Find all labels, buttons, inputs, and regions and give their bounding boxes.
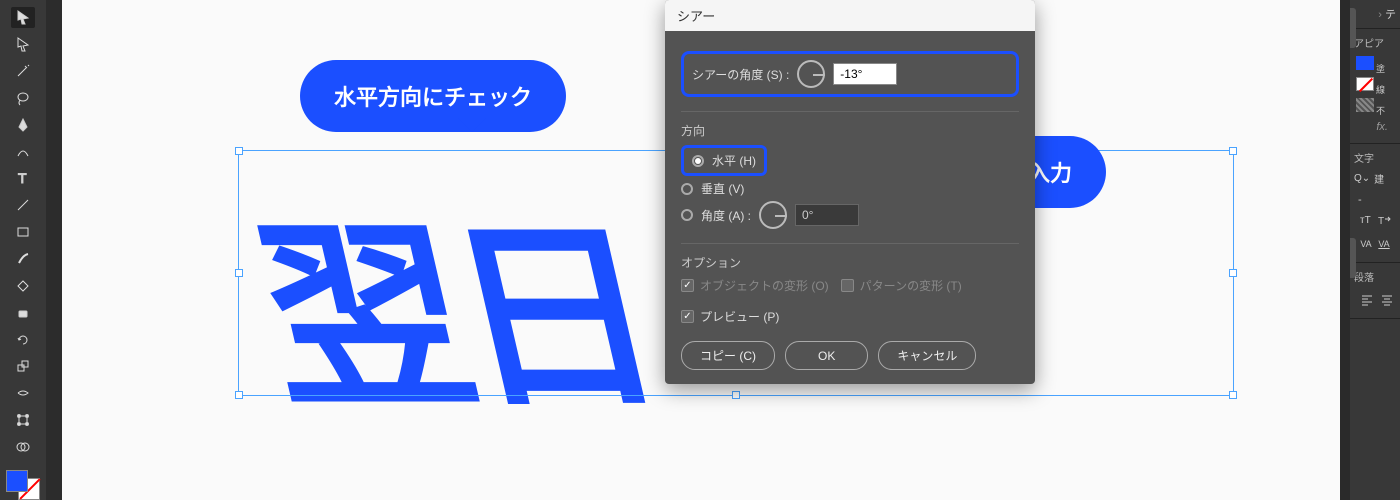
handle-top-left[interactable]	[235, 147, 243, 155]
rectangle-tool[interactable]	[11, 222, 35, 243]
va-icon[interactable]: VA	[1360, 236, 1372, 252]
axis-angle-radio[interactable]	[681, 209, 693, 221]
type-tool[interactable]: T	[11, 168, 35, 189]
right-panel-divider	[1340, 0, 1350, 500]
transform-objects-checkbox	[681, 279, 694, 292]
axis-horizontal-highlight: 水平 (H)	[681, 145, 767, 176]
curvature-tool[interactable]	[11, 141, 35, 162]
character-label[interactable]: 文字	[1354, 150, 1396, 165]
handle-mid-right[interactable]	[1229, 269, 1237, 277]
scale-tool[interactable]	[11, 356, 35, 377]
tools-panel: T	[0, 0, 46, 500]
svg-text:T: T	[18, 170, 27, 186]
fill-swatch[interactable]	[6, 470, 28, 492]
shape-builder-tool[interactable]	[11, 437, 35, 458]
axis-fieldset: 方向 水平 (H) 垂直 (V) 角度 (A) :	[681, 111, 1019, 229]
brush-tool[interactable]	[11, 249, 35, 270]
shear-angle-dial[interactable]	[797, 60, 825, 88]
color-swatches[interactable]	[6, 470, 40, 500]
opacity-swatch[interactable]	[1356, 98, 1374, 112]
options-label: オプション	[681, 254, 1019, 271]
shaper-tool[interactable]	[11, 275, 35, 296]
transform-objects-label: オブジェクトの変形 (O)	[700, 277, 829, 294]
width-tool[interactable]	[11, 383, 35, 404]
line-tool[interactable]	[11, 195, 35, 216]
handle-bot-right[interactable]	[1229, 391, 1237, 399]
callout-horizontal-check: 水平方向にチェック	[300, 60, 566, 132]
search-icon[interactable]: Q⌄	[1354, 173, 1370, 184]
handle-mid-left[interactable]	[235, 269, 243, 277]
style-value[interactable]: -	[1354, 192, 1396, 208]
vertical-ruler	[46, 0, 62, 500]
pen-tool[interactable]	[11, 114, 35, 135]
cancel-button[interactable]: キャンセル	[878, 341, 976, 370]
axis-horizontal-label: 水平 (H)	[712, 152, 756, 169]
rotate-tool[interactable]	[11, 329, 35, 350]
axis-angle-dial[interactable]	[759, 201, 787, 229]
fill-color-swatch[interactable]	[1356, 56, 1374, 70]
preview-checkbox[interactable]	[681, 310, 694, 323]
align-center-icon[interactable]	[1380, 292, 1394, 308]
direct-select-tool[interactable]	[11, 34, 35, 55]
tt-icon[interactable]: тT	[1360, 212, 1371, 228]
lasso-tool[interactable]	[11, 88, 35, 109]
panel-expand-button-2[interactable]	[1350, 238, 1356, 278]
stroke-none-swatch[interactable]	[1356, 77, 1374, 91]
align-left-icon[interactable]	[1360, 292, 1374, 308]
shear-angle-input[interactable]	[833, 63, 897, 85]
selection-tool[interactable]	[11, 7, 35, 28]
free-transform-tool[interactable]	[11, 410, 35, 431]
dialog-title: シアー	[665, 0, 1035, 31]
opacity-text: 不	[1376, 106, 1385, 116]
axis-label: 方向	[681, 122, 1019, 139]
axis-vertical-radio[interactable]	[681, 183, 693, 195]
handle-bot-mid[interactable]	[732, 391, 740, 399]
tracking-icon[interactable]: T	[1377, 212, 1391, 228]
preview-label: プレビュー (P)	[700, 308, 779, 325]
options-fieldset: オプション オブジェクトの変形 (O) パターンの変形 (T)	[681, 243, 1019, 294]
svg-text:T: T	[1378, 216, 1384, 227]
search-value[interactable]: 建	[1374, 171, 1384, 186]
paragraph-label[interactable]: 段落	[1354, 269, 1396, 284]
handle-top-right[interactable]	[1229, 147, 1237, 155]
fx-label[interactable]: fx.	[1354, 117, 1396, 137]
shear-dialog: シアー シアーの角度 (S) : 方向 水平 (H) 垂直 (V) 角度 (A)…	[665, 0, 1035, 384]
copy-button[interactable]: コピー (C)	[681, 341, 775, 370]
appearance-label[interactable]: アピア	[1354, 35, 1396, 50]
axis-horizontal-radio[interactable]	[692, 155, 704, 167]
axis-vertical-label: 垂直 (V)	[701, 180, 744, 197]
magic-wand-tool[interactable]	[11, 61, 35, 82]
right-panel: › テ アピア 塗 線 不 fx. 文字 Q⌄ 建 - тT T VA VA 段…	[1350, 0, 1400, 500]
stroke-text: 線	[1376, 85, 1385, 95]
transform-patterns-label: パターンの変形 (T)	[860, 277, 962, 294]
panel-collapse-icon[interactable]: ›	[1378, 9, 1385, 21]
axis-angle-label: 角度 (A) :	[701, 207, 751, 224]
shear-angle-row: シアーの角度 (S) :	[681, 51, 1019, 97]
va-kern-icon[interactable]: VA	[1378, 236, 1390, 252]
eraser-tool[interactable]	[11, 302, 35, 323]
axis-angle-input[interactable]	[795, 204, 859, 226]
shear-angle-label: シアーの角度 (S) :	[692, 66, 789, 83]
panel-expand-button[interactable]	[1350, 8, 1356, 48]
handle-bot-left[interactable]	[235, 391, 243, 399]
ok-button[interactable]: OK	[785, 341, 868, 370]
transform-patterns-checkbox	[841, 279, 854, 292]
expand-label[interactable]: テ	[1385, 9, 1396, 21]
fill-text: 塗	[1376, 64, 1385, 74]
